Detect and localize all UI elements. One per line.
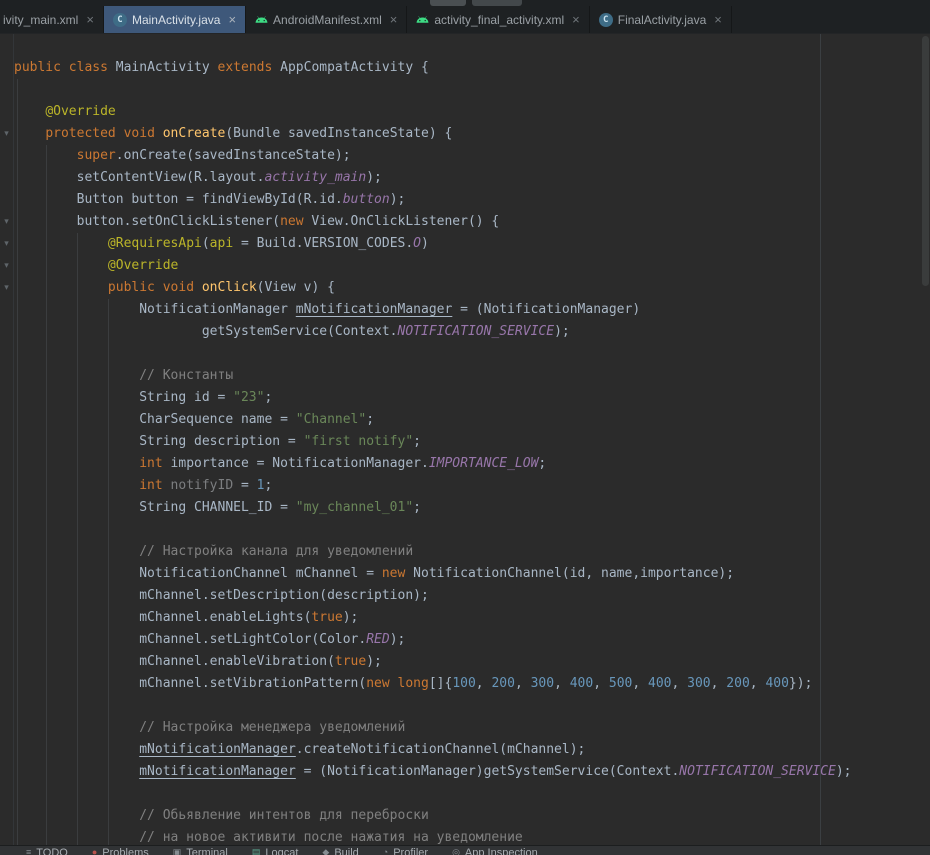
code-line[interactable]: // Настройка менеджера уведомлений — [14, 717, 852, 739]
close-icon[interactable]: × — [390, 13, 398, 26]
code-line[interactable]: int notifyID = 1; — [14, 475, 852, 497]
statusbar-item-label: Problems — [102, 847, 148, 855]
code-line[interactable]: // на новое активити после нажатия на ув… — [14, 827, 852, 845]
code-area[interactable]: public class MainActivity extends AppCom… — [14, 57, 852, 845]
app-inspection-icon: ◎ — [452, 847, 460, 855]
code-editor[interactable]: ▾▾▾▾▾ public class MainActivity extends … — [0, 34, 930, 845]
close-icon[interactable]: × — [86, 13, 94, 26]
code-line[interactable]: mChannel.setVibrationPattern(new long[]{… — [14, 673, 852, 695]
code-line[interactable]: String description = "first notify"; — [14, 431, 852, 453]
status-bar: ≡ TODO ● Problems ▣ Terminal ▤ Logcat ◆ Build ◔ Pro… — [0, 845, 930, 855]
todo-icon: ≡ — [26, 847, 31, 855]
code-line[interactable]: setContentView(R.layout.activity_main); — [14, 167, 852, 189]
tab-label: MainActivity.java — [132, 13, 220, 27]
code-line[interactable]: public class MainActivity extends AppCom… — [14, 57, 852, 79]
statusbar-item-problems[interactable]: ● Problems — [92, 846, 149, 855]
logcat-icon: ▤ — [252, 847, 261, 855]
editor-tab-mainactivity-java[interactable]: C MainActivity.java × — [104, 6, 246, 33]
tab-label: FinalActivity.java — [618, 13, 706, 27]
code-line[interactable]: mNotificationManager.createNotificationC… — [14, 739, 852, 761]
fold-marker-icon[interactable]: ▾ — [1, 277, 12, 299]
code-line[interactable] — [14, 79, 852, 101]
problems-icon: ● — [92, 847, 97, 855]
code-line[interactable]: CharSequence name = "Channel"; — [14, 409, 852, 431]
code-line[interactable] — [14, 519, 852, 541]
fold-marker-icon[interactable]: ▾ — [1, 255, 12, 277]
editor-tab-ivity-main-xml[interactable]: ivity_main.xml × — [0, 6, 104, 33]
statusbar-item-profiler[interactable]: ◔ Profiler — [383, 846, 428, 855]
android-icon — [255, 13, 268, 26]
class-icon: C — [599, 13, 613, 27]
code-line[interactable]: protected void onCreate(Bundle savedInst… — [14, 123, 852, 145]
code-line[interactable]: Button button = findViewById(R.id.button… — [14, 189, 852, 211]
statusbar-item-label: Logcat — [265, 847, 298, 855]
statusbar-item-label: App Inspection — [465, 847, 538, 855]
android-icon — [416, 13, 429, 26]
code-line[interactable]: button.setOnClickListener(new View.OnCli… — [14, 211, 852, 233]
code-line[interactable]: mChannel.enableLights(true); — [14, 607, 852, 629]
statusbar-item-label: Build — [334, 847, 358, 855]
tab-label: AndroidManifest.xml — [273, 13, 382, 27]
statusbar-item-logcat[interactable]: ▤ Logcat — [252, 846, 299, 855]
code-line[interactable] — [14, 343, 852, 365]
vertical-scrollbar[interactable] — [922, 36, 929, 286]
code-line[interactable]: // Константы — [14, 365, 852, 387]
code-line[interactable]: String CHANNEL_ID = "my_channel_01"; — [14, 497, 852, 519]
statusbar-item-app-inspection[interactable]: ◎ App Inspection — [452, 846, 538, 855]
fold-marker-icon[interactable]: ▾ — [1, 233, 12, 255]
statusbar-item-todo[interactable]: ≡ TODO — [26, 846, 68, 855]
close-icon[interactable]: × — [572, 13, 580, 26]
code-line[interactable]: @Override — [14, 101, 852, 123]
code-line[interactable] — [14, 695, 852, 717]
fold-marker-icon[interactable]: ▾ — [1, 211, 12, 233]
build-icon: ◆ — [322, 847, 329, 855]
fold-marker-icon[interactable]: ▾ — [1, 123, 12, 145]
code-line[interactable]: // Настройка канала для уведомлений — [14, 541, 852, 563]
tab-label: activity_final_activity.xml — [434, 13, 564, 27]
close-icon[interactable]: × — [714, 13, 722, 26]
code-line[interactable]: mChannel.setDescription(description); — [14, 585, 852, 607]
code-line[interactable]: String id = "23"; — [14, 387, 852, 409]
editor-tab-bar: ivity_main.xml×CMainActivity.java×Androi… — [0, 6, 930, 33]
code-line[interactable]: mChannel.enableVibration(true); — [14, 651, 852, 673]
code-line[interactable] — [14, 783, 852, 805]
code-line[interactable]: public void onClick(View v) { — [14, 277, 852, 299]
code-line[interactable]: int importance = NotificationManager.IMP… — [14, 453, 852, 475]
code-line[interactable]: NotificationManager mNotificationManager… — [14, 299, 852, 321]
statusbar-item-terminal[interactable]: ▣ Terminal — [173, 846, 228, 855]
statusbar-item-label: Terminal — [186, 847, 228, 855]
class-icon: C — [113, 13, 127, 27]
tab-label: ivity_main.xml — [3, 13, 78, 27]
editor-tab-finalactivity-java[interactable]: C FinalActivity.java × — [590, 6, 732, 33]
toolwindow-buttons: ≡ TODO ● Problems ▣ Terminal ▤ Logcat ◆ Build ◔ Pro… — [26, 846, 538, 855]
code-line[interactable]: @Override — [14, 255, 852, 277]
terminal-icon: ▣ — [173, 847, 182, 855]
code-line[interactable]: getSystemService(Context.NOTIFICATION_SE… — [14, 321, 852, 343]
profiler-icon: ◔ — [383, 847, 388, 855]
statusbar-item-build[interactable]: ◆ Build — [322, 846, 358, 855]
close-icon[interactable]: × — [228, 13, 236, 26]
code-line[interactable]: // Обьявление интентов для переброски — [14, 805, 852, 827]
main-toolbar: ivity_main.xml×CMainActivity.java×Androi… — [0, 0, 930, 34]
code-line[interactable]: mChannel.setLightColor(Color.RED); — [14, 629, 852, 651]
code-line[interactable]: NotificationChannel mChannel = new Notif… — [14, 563, 852, 585]
code-line[interactable]: super.onCreate(savedInstanceState); — [14, 145, 852, 167]
editor-tab-androidmanifest-xml[interactable]: AndroidManifest.xml × — [246, 6, 407, 33]
statusbar-item-label: TODO — [36, 847, 68, 855]
statusbar-item-label: Profiler — [393, 847, 428, 855]
code-line[interactable]: mNotificationManager = (NotificationMana… — [14, 761, 852, 783]
code-line[interactable]: @RequiresApi(api = Build.VERSION_CODES.O… — [14, 233, 852, 255]
editor-tab-activity-final-activity-xml[interactable]: activity_final_activity.xml × — [407, 6, 589, 33]
